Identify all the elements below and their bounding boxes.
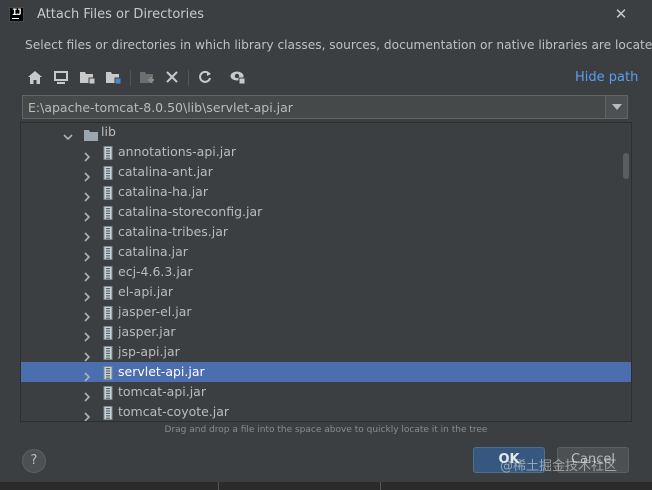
drag-drop-hint: Drag and drop a file into the space abov… [164,425,488,435]
project-folder-icon[interactable] [78,68,96,86]
tree-row[interactable]: jasper.jar [21,322,631,342]
tree-row[interactable]: el-api.jar [21,282,631,302]
tree-item-label: annotations-api.jar [118,144,236,159]
desktop-icon[interactable] [52,68,70,86]
tree-item-label: catalina-storeconfig.jar [118,204,263,219]
jar-file-icon [103,405,113,421]
show-hidden-icon[interactable] [229,68,247,86]
file-tree[interactable]: lib annotations-api.jar catalina-ant.jar ca… [20,122,632,422]
tree-item-label: tomcat-api.jar [118,384,206,399]
path-combobox[interactable] [22,95,628,119]
tree-row[interactable]: annotations-api.jar [21,142,631,162]
tree-row[interactable]: tomcat-coyote.jar [21,402,631,421]
tree-item-label: el-api.jar [118,284,173,299]
tree-folder-lib[interactable]: lib [21,123,631,142]
refresh-icon[interactable] [196,68,214,86]
hide-path-link[interactable]: Hide path [575,70,638,85]
home-icon[interactable] [26,68,44,86]
window-title: Attach Files or Directories [37,7,205,22]
dialog-description: Select files or directories in which lib… [25,38,652,52]
tree-row[interactable]: ecj-4.6.3.jar [21,262,631,282]
chevron-down-icon[interactable] [605,96,627,118]
help-button[interactable]: ? [22,449,46,473]
close-icon[interactable]: ✕ [612,5,630,23]
tree-row[interactable]: catalina-tribes.jar [21,222,631,242]
scrollbar-thumb[interactable] [623,153,629,179]
tree-row[interactable]: jasper-el.jar [21,302,631,322]
tree-item-label: jasper.jar [118,324,176,339]
tree-item-label: catalina-ant.jar [118,164,213,179]
intellij-app-icon: IJ [9,7,24,22]
tree-row[interactable]: catalina-ant.jar [21,162,631,182]
delete-icon[interactable] [163,68,181,86]
toolbar-separator [130,70,131,86]
tree-item-label: servlet-api.jar [118,364,205,379]
tree-item-label: catalina.jar [118,244,188,259]
background-window-strip [0,482,652,490]
tree-row[interactable]: jsp-api.jar [21,342,631,362]
watermark: @稀土掘金技术社区 [500,459,618,474]
path-input[interactable] [23,96,603,118]
tree-item-label: jasper-el.jar [118,304,192,319]
tree-row[interactable]: catalina-ha.jar [21,182,631,202]
new-folder-icon[interactable] [138,68,156,86]
tree-row[interactable]: catalina-storeconfig.jar [21,202,631,222]
title-bar: IJ Attach Files or Directories ✕ [0,0,652,30]
tree-item-label: catalina-tribes.jar [118,224,229,239]
chevron-right-icon[interactable] [82,407,92,421]
tree-row[interactable]: servlet-api.jar [21,362,631,382]
tree-item-label: jsp-api.jar [118,344,180,359]
tree-item-label: lib [101,124,116,139]
tree-item-label: tomcat-coyote.jar [118,404,230,419]
tree-item-label: catalina-ha.jar [118,184,208,199]
tree-row[interactable]: tomcat-api.jar [21,382,631,402]
tree-row[interactable]: catalina.jar [21,242,631,262]
module-folder-icon[interactable] [104,68,122,86]
tree-item-label: ecj-4.6.3.jar [118,264,193,279]
toolbar-separator [188,70,189,86]
